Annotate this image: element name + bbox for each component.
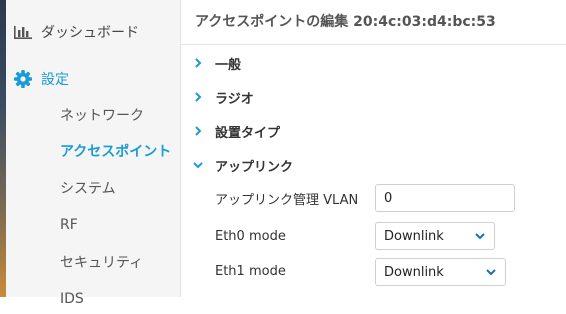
- section-label: ラジオ: [215, 91, 254, 107]
- eth0-mode-label: Eth0 mode: [215, 228, 286, 244]
- sidebar-item-system[interactable]: システム: [60, 173, 116, 203]
- sidebar-item-label: システム: [60, 181, 116, 197]
- title-divider: [181, 44, 566, 45]
- section-label: 一般: [215, 57, 242, 73]
- sidebar-item-label: ダッシュボード: [41, 25, 139, 41]
- sidebar-item-security[interactable]: セキュリティ: [60, 247, 143, 277]
- chevron-right-icon: [193, 58, 203, 68]
- sidebar-item-label: ネットワーク: [60, 108, 144, 124]
- bar-chart-icon: [13, 24, 33, 40]
- eth0-mode-select[interactable]: Downlink: [375, 222, 495, 250]
- sidebar-item-label: IDS: [60, 291, 84, 307]
- main-panel: アクセスポイントの編集 20:4c:03:d4:bc:53 一般 ラジオ 設置タ…: [181, 0, 566, 297]
- sidebar: ダッシュボード 設定 ネットワーク アクセスポイント システム RF セキュリテ…: [6, 0, 181, 307]
- section-label: 設置タイプ: [215, 125, 281, 141]
- sidebar-item-rf[interactable]: RF: [60, 210, 78, 240]
- eth1-mode-select[interactable]: Downlink: [375, 258, 506, 286]
- chevron-down-icon: [193, 160, 203, 170]
- section-label: アップリンク: [215, 159, 294, 175]
- sidebar-item-label: 設定: [41, 72, 69, 88]
- section-uplink[interactable]: アップリンク: [193, 155, 293, 175]
- chevron-down-icon: [474, 230, 486, 242]
- chevron-right-icon: [193, 92, 203, 102]
- sidebar-item-label: アクセスポイント: [60, 144, 172, 160]
- sidebar-item-network[interactable]: ネットワーク: [60, 100, 144, 130]
- sidebar-item-settings[interactable]: 設定: [13, 64, 69, 94]
- eth0-mode-value: Downlink: [384, 228, 444, 244]
- sidebar-item-label: セキュリティ: [60, 255, 144, 271]
- chevron-right-icon: [193, 126, 203, 136]
- sidebar-item-access-point[interactable]: アクセスポイント: [60, 136, 171, 166]
- eth1-mode-label: Eth1 mode: [215, 263, 286, 279]
- section-general[interactable]: 一般: [193, 53, 241, 73]
- uplink-vlan-input[interactable]: [375, 184, 515, 212]
- section-installation-type[interactable]: 設置タイプ: [193, 121, 280, 141]
- eth1-mode-value: Downlink: [384, 264, 444, 280]
- section-radio[interactable]: ラジオ: [193, 87, 254, 107]
- chevron-down-icon: [485, 266, 497, 278]
- uplink-vlan-label: アップリンク管理 VLAN: [215, 192, 359, 208]
- sidebar-item-label: RF: [60, 217, 78, 233]
- page-title: アクセスポイントの編集 20:4c:03:d4:bc:53: [195, 14, 496, 30]
- sidebar-item-ids[interactable]: IDS: [60, 284, 84, 314]
- gear-icon: [13, 69, 33, 89]
- sidebar-item-dashboard[interactable]: ダッシュボード: [13, 17, 139, 47]
